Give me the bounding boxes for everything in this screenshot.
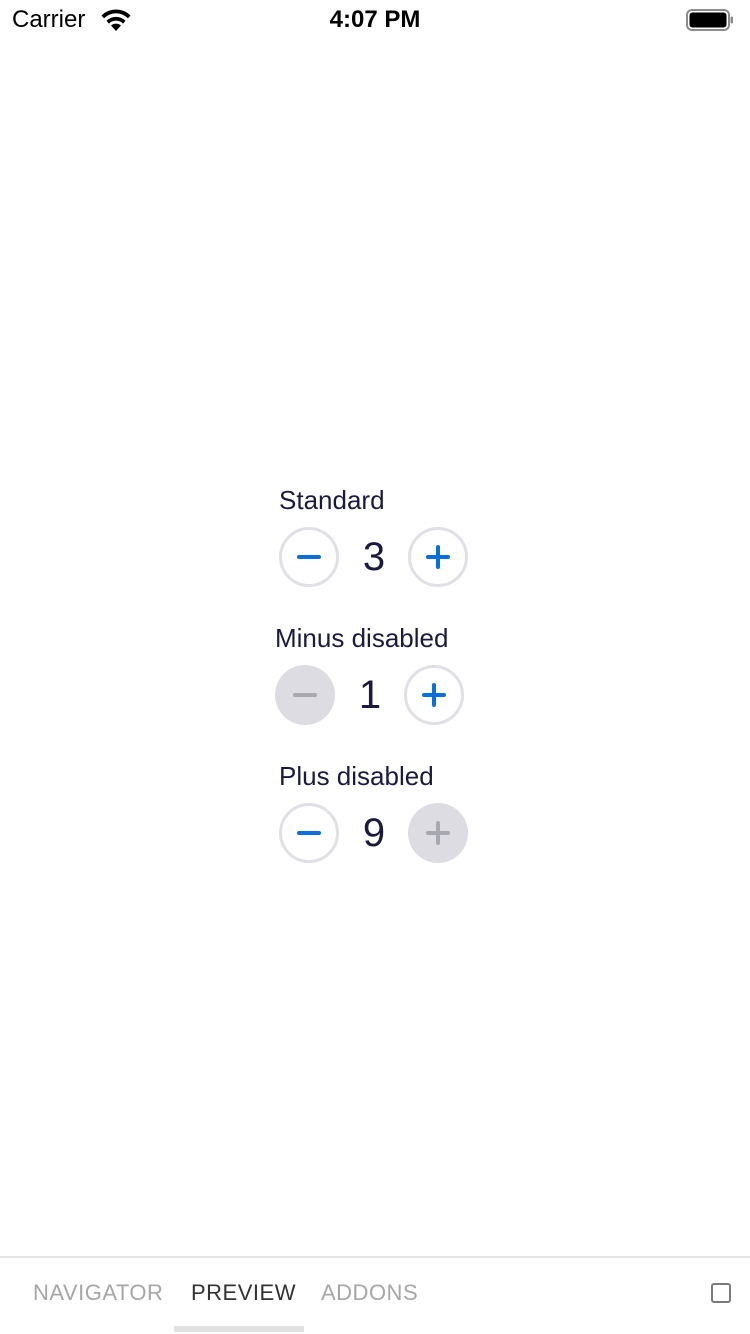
minus-icon [297, 831, 321, 835]
tab-navigator[interactable]: NAVIGATOR [33, 1280, 163, 1306]
plus-icon [422, 683, 446, 707]
decrement-button[interactable] [279, 527, 339, 587]
stepper-value: 3 [362, 535, 386, 579]
minus-icon [297, 555, 321, 559]
plus-icon [426, 545, 450, 569]
tab-addons[interactable]: ADDONS [321, 1280, 418, 1306]
stepper-label: Plus disabled [279, 761, 434, 791]
tab-preview[interactable]: PREVIEW [191, 1280, 296, 1306]
plus-icon [426, 821, 450, 845]
decrement-button[interactable] [275, 665, 335, 725]
stepper-value: 1 [358, 673, 382, 717]
stepper-preview: Standard 3 Minus disabled 1 Plus disable… [0, 0, 750, 1256]
stepper-label: Standard [279, 485, 385, 515]
checkbox-icon[interactable] [711, 1283, 731, 1303]
stepper-label: Minus disabled [275, 623, 449, 653]
increment-button[interactable] [408, 803, 468, 863]
app-screen: Carrier 4:07 PM Standard 3 Minus disable… [0, 0, 750, 1334]
increment-button[interactable] [404, 665, 464, 725]
increment-button[interactable] [408, 527, 468, 587]
stepper-value: 9 [362, 811, 386, 855]
bottom-tab-bar: NAVIGATOR PREVIEW ADDONS [0, 1256, 750, 1334]
decrement-button[interactable] [279, 803, 339, 863]
active-tab-indicator [174, 1326, 304, 1332]
minus-icon [293, 693, 317, 697]
